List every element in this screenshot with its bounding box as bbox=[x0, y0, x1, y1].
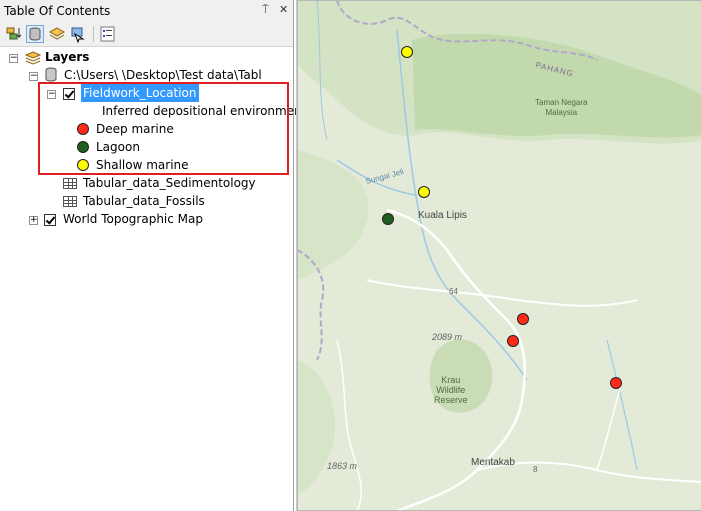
drawing-order-icon bbox=[6, 27, 22, 40]
selection-icon bbox=[71, 27, 85, 44]
list-by-source-button[interactable] bbox=[26, 25, 44, 43]
toolbar-separator bbox=[93, 26, 94, 42]
route-label-8: 8 bbox=[533, 465, 538, 474]
list-by-visibility-button[interactable] bbox=[48, 25, 66, 43]
route-label-64: 64 bbox=[449, 287, 458, 296]
toc-toolbar bbox=[0, 22, 293, 47]
layers-collapse-toggle[interactable]: − bbox=[9, 54, 18, 63]
layers-stack-icon bbox=[24, 51, 42, 65]
geodatabase-icon bbox=[45, 67, 57, 82]
fieldwork-point-shallow-marine[interactable] bbox=[418, 186, 430, 198]
town-label-mentakab: Mentakab bbox=[471, 457, 515, 468]
table-of-contents-panel: Table Of Contents ⍑ ✕ − Layers − C:\User… bbox=[0, 0, 306, 511]
options-list-icon bbox=[100, 26, 115, 42]
layers-root-label[interactable]: Layers bbox=[45, 48, 89, 66]
close-icon[interactable]: ✕ bbox=[279, 4, 288, 16]
park-label-taman-negara: Taman Negara Malaysia bbox=[535, 98, 588, 117]
table-fossils[interactable]: Tabular_data_Fossils bbox=[83, 192, 205, 210]
panel-title: Table Of Contents bbox=[4, 4, 111, 18]
basemap-visibility-checkbox[interactable] bbox=[44, 214, 56, 226]
fieldwork-point-deep-marine[interactable] bbox=[610, 377, 622, 389]
database-icon bbox=[29, 27, 41, 41]
visibility-layers-icon bbox=[48, 27, 66, 40]
topographic-basemap bbox=[297, 0, 701, 511]
options-button[interactable] bbox=[99, 25, 117, 43]
table-icon bbox=[63, 178, 77, 189]
highlight-annotation-box bbox=[38, 82, 289, 175]
town-label-kuala-lipis: Kuala Lipis bbox=[418, 210, 467, 221]
fieldwork-point-shallow-marine[interactable] bbox=[401, 46, 413, 58]
elevation-label-2089: 2089 m bbox=[432, 332, 463, 342]
map-view[interactable]: PAHANG Taman Negara Malaysia Sungai Jeli… bbox=[296, 0, 701, 511]
list-by-selection-button[interactable] bbox=[69, 25, 87, 44]
fieldwork-point-deep-marine[interactable] bbox=[517, 313, 529, 325]
table-sedimentology[interactable]: Tabular_data_Sedimentology bbox=[83, 174, 256, 192]
elevation-label-1863: 1863 m bbox=[327, 461, 358, 471]
database-collapse-toggle[interactable]: − bbox=[29, 72, 38, 81]
basemap-layer-label[interactable]: World Topographic Map bbox=[63, 210, 203, 228]
fieldwork-point-lagoon[interactable] bbox=[382, 213, 394, 225]
pin-icon[interactable]: ⍑ bbox=[262, 4, 269, 16]
basemap-expand-toggle[interactable]: + bbox=[29, 216, 38, 225]
list-by-drawing-order-button[interactable] bbox=[5, 25, 23, 43]
reserve-label-krau: Krau Wildlife Reserve bbox=[434, 375, 468, 405]
table-icon bbox=[63, 196, 77, 207]
fieldwork-point-deep-marine[interactable] bbox=[507, 335, 519, 347]
panel-titlebar[interactable]: Table Of Contents ⍑ ✕ bbox=[0, 0, 293, 23]
